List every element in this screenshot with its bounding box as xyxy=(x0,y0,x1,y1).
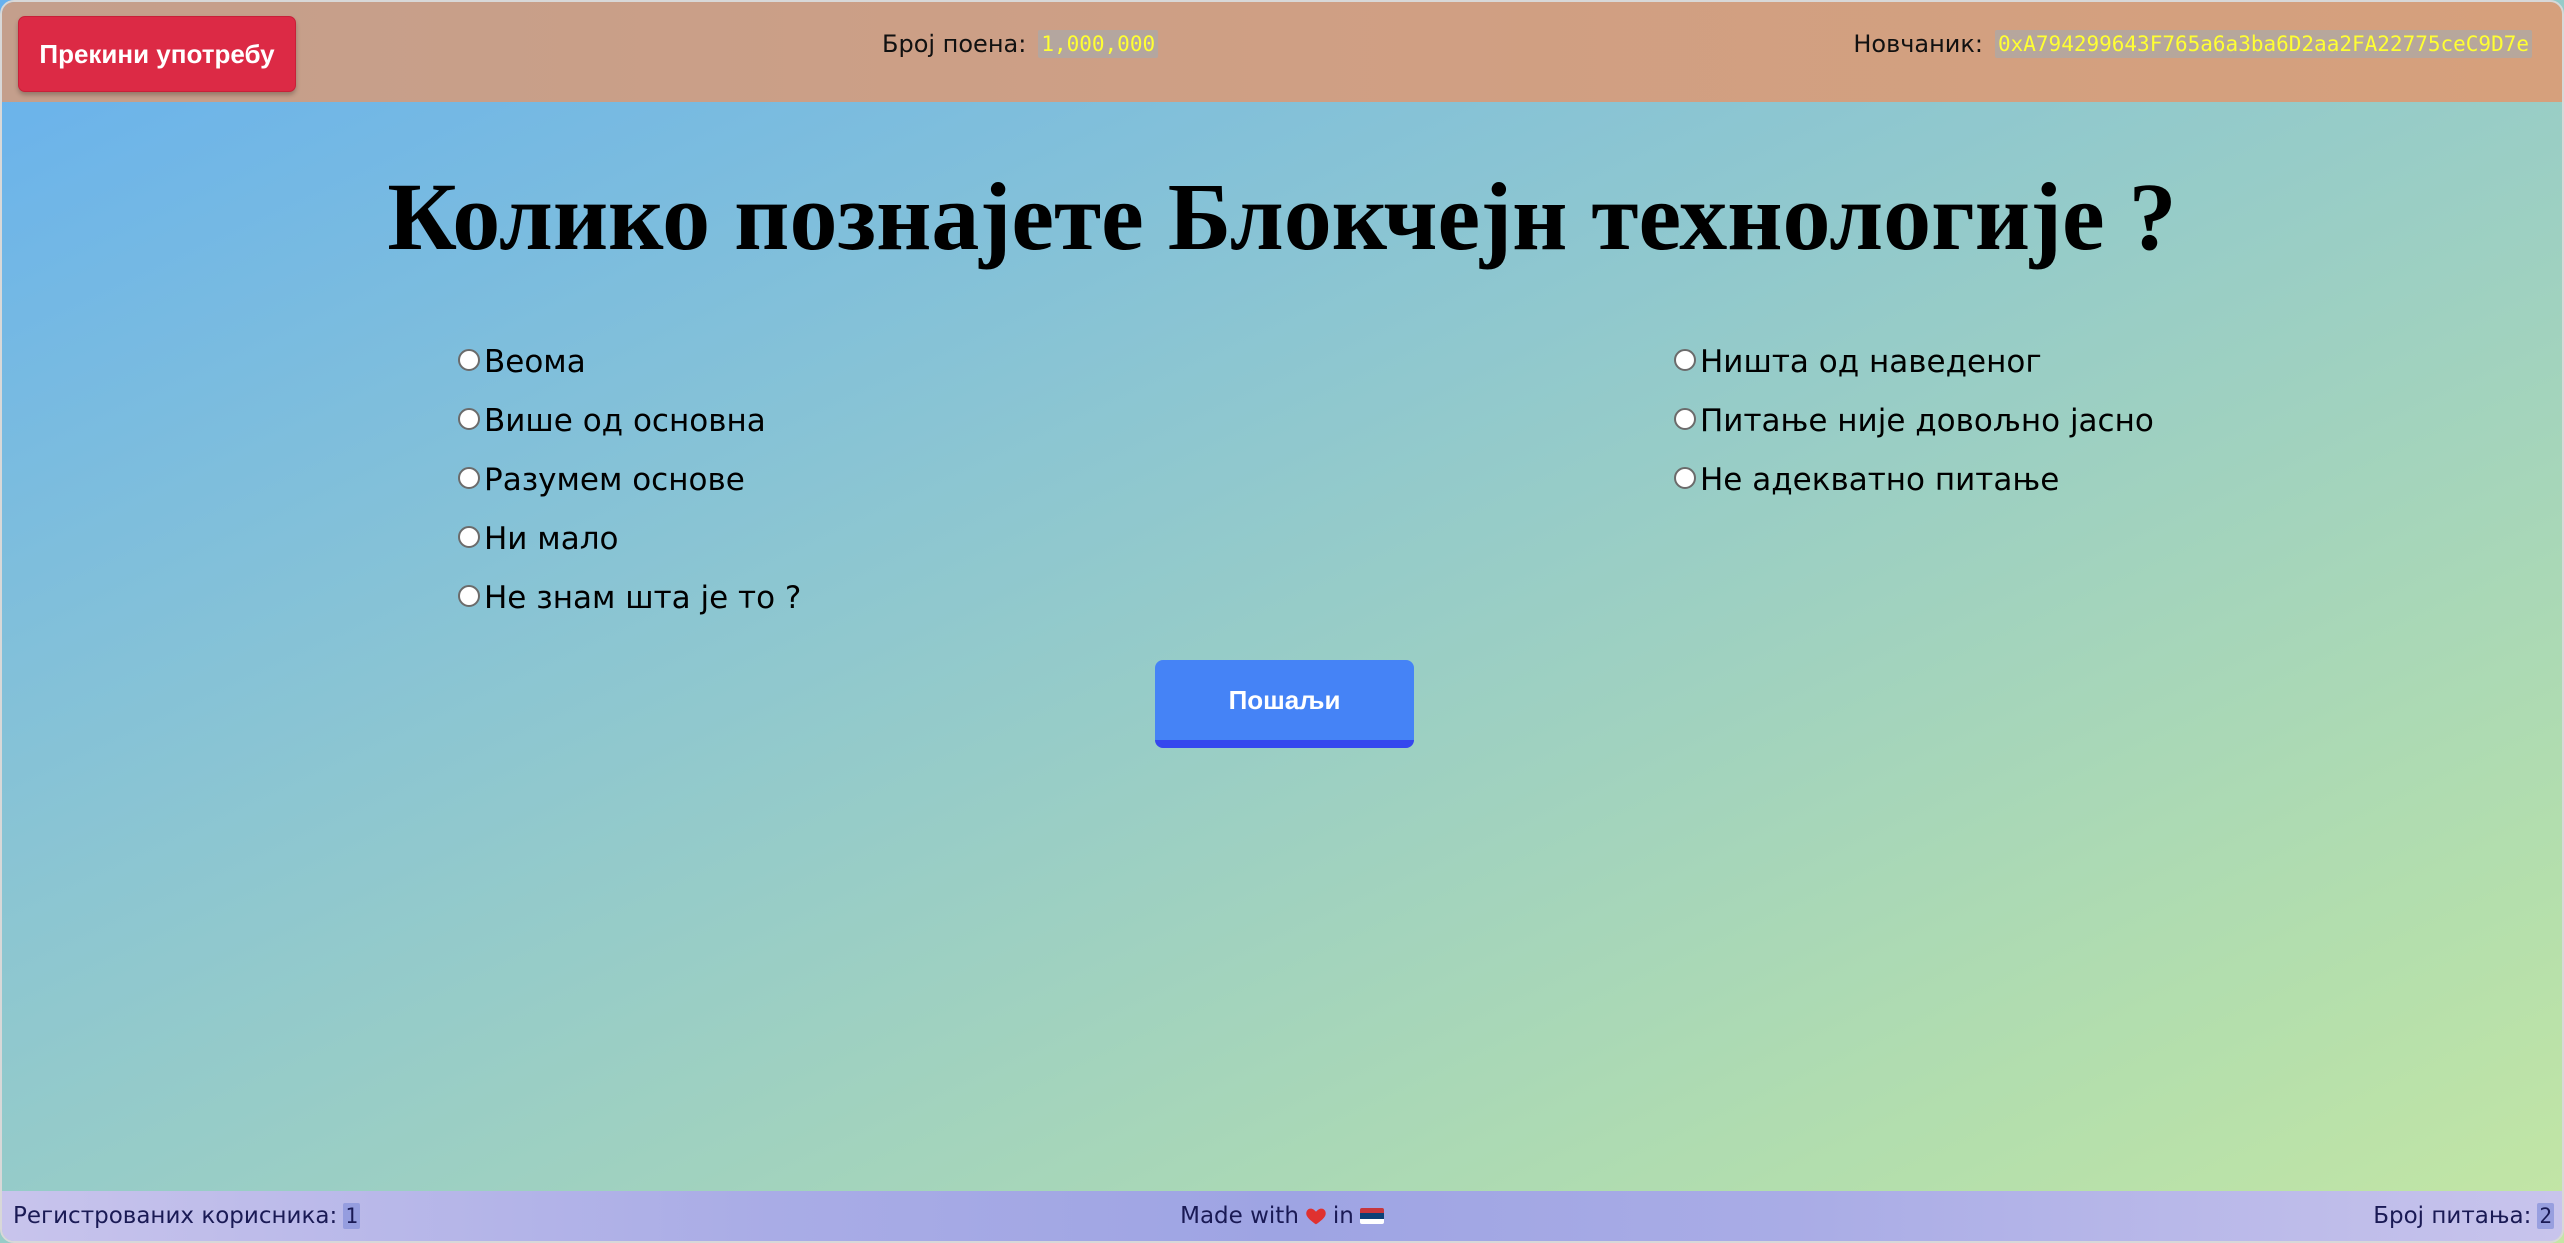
question-count-label: Број питања: xyxy=(2373,1203,2532,1229)
question-count: Број питања: 2 xyxy=(2373,1203,2554,1229)
radio-unchecked-icon[interactable] xyxy=(458,348,480,371)
footer-bar: Регистрованих корисника: 1 Made with in … xyxy=(2,1191,2562,1241)
answer-label: Не знам шта је то ? xyxy=(484,579,802,616)
answer-option[interactable]: Ништа од наведеног xyxy=(1674,332,2154,391)
made-in-text: in xyxy=(1332,1203,1354,1229)
answer-option[interactable]: Разумем основе xyxy=(458,450,801,509)
answer-option[interactable]: Не знам шта је то ? xyxy=(458,568,801,627)
made-with-text: Made with xyxy=(1180,1203,1299,1229)
answer-label: Веома xyxy=(484,343,586,380)
answer-option[interactable]: Не адекватно питање xyxy=(1674,450,2154,509)
answer-label: Више од основна xyxy=(484,402,766,439)
submit-button[interactable]: Пошаљи xyxy=(1155,660,1414,748)
answer-label: Разумем основе xyxy=(484,461,745,498)
points-label: Број поена: xyxy=(882,30,1027,58)
points-display: Број поена: 1,000,000 xyxy=(882,30,1159,58)
answer-label: Питање није довољно јасно xyxy=(1700,402,2154,439)
answers-left-column: Веома Више од основна Разумем основе Ни … xyxy=(458,332,801,627)
stop-usage-button[interactable]: Прекини употребу xyxy=(18,16,296,92)
radio-unchecked-icon[interactable] xyxy=(458,466,480,489)
wallet-display: Новчаник: 0xA794299643F765a6a3ba6D2aa2FA… xyxy=(1853,30,2532,58)
answer-option[interactable]: Веома xyxy=(458,332,801,391)
radio-unchecked-icon[interactable] xyxy=(458,407,480,430)
wallet-address: 0xA794299643F765a6a3ba6D2aa2FA22775ceC9D… xyxy=(1994,30,2532,58)
answers-right-column: Ништа од наведеног Питање није довољно ј… xyxy=(1674,332,2154,509)
answer-option[interactable]: Ни мало xyxy=(458,509,801,568)
answer-label: Не адекватно питање xyxy=(1700,461,2060,498)
radio-unchecked-icon[interactable] xyxy=(458,584,480,607)
radio-unchecked-icon[interactable] xyxy=(1674,466,1696,489)
answer-option[interactable]: Више од основна xyxy=(458,391,801,450)
answer-label: Ништа од наведеног xyxy=(1700,343,2042,380)
heart-icon xyxy=(1305,1205,1327,1227)
made-with-credit: Made with in xyxy=(2,1203,2562,1229)
question-title: Колико познајете Блокчејн технологије ? xyxy=(387,163,2177,270)
top-bar: Прекини употребу Број поена: 1,000,000 Н… xyxy=(2,2,2562,102)
wallet-label: Новчаник: xyxy=(1853,30,1983,58)
radio-unchecked-icon[interactable] xyxy=(1674,407,1696,430)
answer-label: Ни мало xyxy=(484,520,619,557)
radio-unchecked-icon[interactable] xyxy=(458,525,480,548)
question-count-value: 2 xyxy=(2537,1203,2554,1229)
radio-unchecked-icon[interactable] xyxy=(1674,348,1696,371)
points-value: 1,000,000 xyxy=(1038,30,1159,58)
serbia-flag-icon xyxy=(1359,1208,1384,1224)
answer-option[interactable]: Питање није довољно јасно xyxy=(1674,391,2154,450)
